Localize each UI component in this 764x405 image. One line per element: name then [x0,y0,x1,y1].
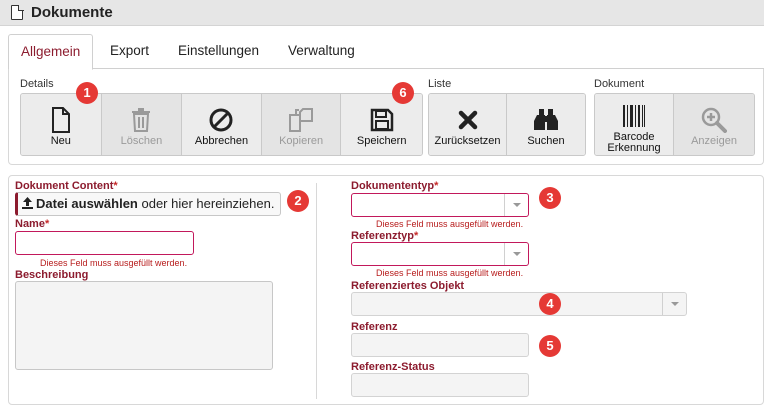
file-select-link[interactable]: Datei auswählen [36,196,138,211]
cancel-icon [207,106,235,134]
new-button-label: Neu [50,135,71,147]
liste-button-group: Zurücksetzen Suchen [428,93,586,156]
chevron-down-icon[interactable] [662,293,686,315]
refobj-select[interactable] [351,292,687,316]
copy-button-label: Kopieren [279,135,324,147]
annotation-badge-5: 5 [539,335,561,357]
save-icon [368,106,396,134]
binoculars-icon [532,106,560,134]
reftype-select[interactable] [351,242,529,266]
barcode-button-label: Barcode Erkennung [607,131,661,154]
barcode-icon [620,102,648,130]
save-button-label: Speichern [356,135,407,147]
copy-icon [287,106,315,134]
group-label-dokument: Dokument [594,78,645,90]
content-label: Dokument Content* [15,180,118,192]
new-file-icon [47,106,75,134]
annotation-badge-4: 4 [539,293,561,315]
tab-verwaltung[interactable]: Verwaltung [276,34,367,69]
copy-button[interactable]: Kopieren [261,94,342,155]
window-title: Dokumente [31,4,113,21]
annotation-badge-1: 1 [76,82,98,104]
name-error: Dieses Feld muss ausgefüllt werden. [40,258,188,268]
name-label: Name* [15,218,50,230]
tab-einstellungen[interactable]: Einstellungen [166,34,271,69]
refstatus-label: Referenz-Status [351,361,435,373]
annotation-badge-3: 3 [539,187,561,209]
doctype-label: Dokumententyp* [351,180,439,192]
save-button[interactable]: Speichern [341,94,422,155]
description-label: Beschreibung [15,269,89,281]
annotation-badge-6: 6 [392,82,414,104]
trash-icon [127,106,155,134]
tab-strip: Allgemein Export Einstellungen Verwaltun… [8,34,764,70]
delete-button[interactable]: Löschen [101,94,183,155]
group-label-liste: Liste [428,78,452,90]
cancel-button[interactable]: Abbrechen [182,94,262,155]
document-icon [11,4,24,20]
group-label-details: Details [20,78,54,90]
annotation-badge-2: 2 [287,190,309,212]
file-upload-field[interactable]: Datei auswählen oder hier hereinziehen. [15,192,281,216]
refstatus-input[interactable] [351,373,529,397]
doctype-select[interactable] [351,193,529,217]
ref-label: Referenz [351,321,398,333]
description-textarea[interactable] [15,281,273,370]
upload-icon [22,194,33,209]
cancel-button-label: Abbrechen [194,135,249,147]
view-button[interactable]: Anzeigen [674,94,754,155]
file-drop-hint: oder hier hereinziehen. [137,196,275,211]
barcode-button[interactable]: Barcode Erkennung [595,94,675,155]
chevron-down-icon[interactable] [504,194,528,216]
column-divider [316,183,317,399]
view-button-label: Anzeigen [691,135,737,147]
reftype-label: Referenztyp* [351,230,419,242]
search-button-label: Suchen [527,135,565,147]
tab-allgemein[interactable]: Allgemein [8,34,94,70]
doctype-error: Dieses Feld muss ausgefüllt werden. [376,219,524,229]
search-button[interactable]: Suchen [507,94,585,155]
reftype-error: Dieses Feld muss ausgefüllt werden. [376,268,524,278]
reset-button[interactable]: Zurücksetzen [429,94,507,155]
chevron-down-icon[interactable] [504,243,528,265]
zoom-in-icon [700,106,728,134]
x-icon [454,106,482,134]
ref-input[interactable] [351,333,529,357]
refobj-label: Referenziertes Objekt [351,280,465,292]
dokument-button-group: Barcode Erkennung Anzeigen [594,93,755,156]
reset-button-label: Zurücksetzen [434,135,501,147]
name-input[interactable] [15,231,194,255]
delete-button-label: Löschen [120,135,163,147]
window-titlebar: Dokumente [0,0,764,26]
tab-export[interactable]: Export [98,34,161,69]
